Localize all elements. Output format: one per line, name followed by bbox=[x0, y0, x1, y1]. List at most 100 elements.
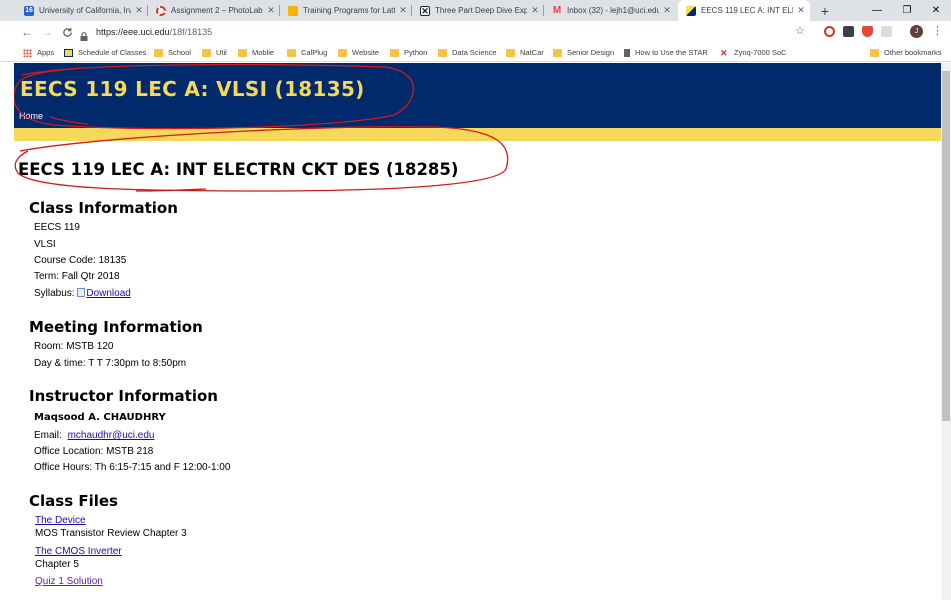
tab-inbox[interactable]: M Inbox (32) - lejh1@uci.edu ✕ bbox=[544, 0, 676, 21]
folder-icon bbox=[202, 48, 211, 57]
document-icon bbox=[77, 288, 86, 297]
reload-icon bbox=[62, 27, 72, 37]
folder-icon bbox=[390, 48, 399, 57]
profile-avatar[interactable]: J bbox=[910, 25, 923, 38]
xilinx-logo-icon: ✕ bbox=[720, 47, 728, 58]
close-tab-icon[interactable]: ✕ bbox=[398, 5, 408, 16]
bookmark-python[interactable]: Python bbox=[390, 46, 427, 59]
tab-title: Three Part Deep Dive Explai bbox=[435, 6, 527, 15]
bookmark-moblie[interactable]: Moblie bbox=[238, 46, 274, 59]
tab-eecs119-active[interactable]: EECS 119 LEC A: INT ELECT ✕ bbox=[678, 0, 810, 21]
x-favicon-icon: ✕ bbox=[420, 5, 430, 16]
instructor-info-heading: Instructor Information bbox=[29, 387, 218, 405]
bookmark-school[interactable]: School bbox=[154, 46, 191, 59]
folder-icon bbox=[154, 48, 163, 57]
folder-icon bbox=[338, 48, 347, 57]
email-label: Email: bbox=[34, 430, 62, 441]
bookmark-star-icon[interactable]: ☆ bbox=[795, 24, 805, 37]
vertical-scrollbar[interactable] bbox=[941, 63, 951, 600]
file-desc-device: MOS Transistor Review Chapter 3 bbox=[35, 528, 187, 539]
bookmark-senior-design[interactable]: Senior Design bbox=[553, 46, 614, 59]
nav-home-link[interactable]: Home bbox=[19, 111, 43, 121]
close-tab-icon[interactable]: ✕ bbox=[662, 5, 672, 16]
file-link-cmos-inverter[interactable]: The CMOS Inverter bbox=[35, 546, 122, 557]
folder-icon bbox=[238, 48, 247, 57]
course-code: Course Code: 18135 bbox=[34, 255, 127, 266]
new-tab-button[interactable]: + bbox=[815, 0, 835, 21]
tab-strip: 16 University of California, Irvi ✕ Assi… bbox=[0, 0, 951, 21]
bookmark-calplug[interactable]: CalPlug bbox=[287, 46, 327, 59]
annotation-underline-course-title bbox=[135, 188, 207, 192]
close-tab-icon[interactable]: ✕ bbox=[530, 5, 540, 16]
address-bar[interactable]: https://eee.uci.edu/18f/18135 bbox=[80, 23, 810, 41]
restore-button[interactable]: ❐ bbox=[892, 0, 922, 21]
bookmark-natcar[interactable]: NatCar bbox=[506, 46, 544, 59]
bookmark-apps[interactable]: Apps bbox=[23, 46, 54, 59]
uci-logo-icon bbox=[64, 48, 73, 57]
bookmark-data-science[interactable]: Data Science bbox=[438, 46, 497, 59]
meeting-info-heading: Meeting Information bbox=[29, 318, 203, 336]
instructor-email-link[interactable]: mchaudhr@uci.edu bbox=[68, 430, 155, 441]
forward-button[interactable]: → bbox=[38, 23, 56, 41]
tab-title: EECS 119 LEC A: INT ELECT bbox=[701, 6, 793, 15]
close-tab-icon[interactable]: ✕ bbox=[266, 5, 276, 16]
folder-icon bbox=[553, 48, 562, 57]
loading-favicon-icon bbox=[156, 5, 166, 16]
reload-button[interactable] bbox=[58, 23, 76, 41]
web-page: EECS 119 LEC A: VLSI (18135) Home EECS 1… bbox=[14, 63, 941, 600]
tab-title: University of California, Irvi bbox=[39, 6, 131, 15]
scrollbar-thumb[interactable] bbox=[942, 71, 950, 421]
shield-extension-icon[interactable] bbox=[862, 26, 873, 37]
close-tab-icon[interactable]: ✕ bbox=[796, 5, 806, 16]
bookmark-star-guide[interactable]: How to Use the STAR bbox=[624, 46, 708, 59]
file-link-device[interactable]: The Device bbox=[35, 515, 86, 526]
extension-icon[interactable] bbox=[843, 26, 854, 37]
class-files-heading: Class Files bbox=[29, 492, 118, 510]
tab-uci[interactable]: 16 University of California, Irvi ✕ bbox=[16, 0, 148, 21]
bookmark-other[interactable]: Other bookmarks bbox=[870, 46, 942, 59]
course-number: EECS 119 bbox=[34, 222, 80, 233]
site-header: EECS 119 LEC A: VLSI (18135) Home bbox=[14, 63, 941, 128]
back-button[interactable]: ← bbox=[18, 23, 36, 41]
uci-favicon-icon: 16 bbox=[24, 5, 34, 16]
opera-extension-icon[interactable] bbox=[824, 26, 835, 37]
syllabus-row: Syllabus: Download bbox=[34, 288, 131, 299]
course-name: VLSI bbox=[34, 239, 56, 250]
syllabus-download-link[interactable]: Download bbox=[86, 288, 130, 299]
bookmark-zynq[interactable]: ✕ Zynq-7000 SoC bbox=[720, 46, 787, 59]
meeting-room: Room: MSTB 120 bbox=[34, 341, 114, 352]
bookmark-schedule[interactable]: Schedule of Classes bbox=[64, 46, 146, 59]
gold-divider bbox=[14, 128, 941, 141]
bookmark-website[interactable]: Website bbox=[338, 46, 379, 59]
folder-icon bbox=[870, 48, 879, 57]
close-window-button[interactable]: ✕ bbox=[921, 0, 951, 21]
url-text: https://eee.uci.edu/18f/18135 bbox=[96, 27, 213, 37]
file-desc-cmos-inverter: Chapter 5 bbox=[35, 559, 79, 570]
extension-icon[interactable] bbox=[881, 26, 892, 37]
bookmark-util[interactable]: Util bbox=[202, 46, 227, 59]
instructor-name: Maqsood A. CHAUDHRY bbox=[34, 412, 166, 423]
instructor-hours: Office Hours: Th 6:15-7:15 and F 12:00-1… bbox=[34, 462, 231, 473]
folder-icon bbox=[438, 48, 447, 57]
course-title: EECS 119 LEC A: INT ELECTRN CKT DES (182… bbox=[18, 160, 459, 179]
course-term: Term: Fall Qtr 2018 bbox=[34, 271, 120, 282]
page-icon bbox=[624, 48, 630, 57]
lock-icon bbox=[80, 28, 88, 41]
bookmarks-bar: Apps Schedule of Classes School Util Mob… bbox=[0, 43, 951, 62]
apps-grid-icon bbox=[23, 48, 32, 57]
instructor-office: Office Location: MSTB 218 bbox=[34, 446, 154, 457]
close-tab-icon[interactable]: ✕ bbox=[134, 5, 144, 16]
tab-title: Training Programs for Latt bbox=[303, 6, 395, 15]
file-link-quiz1-solution[interactable]: Quiz 1 Solution bbox=[35, 576, 103, 587]
tab-photolab[interactable]: Assignment 2 – PhotoLab w ✕ bbox=[148, 0, 280, 21]
browser-toolbar: ← → https://eee.uci.edu/18f/18135 ☆ J ⋮ bbox=[0, 21, 951, 43]
minimize-button[interactable]: — bbox=[862, 0, 892, 21]
tab-training[interactable]: Training Programs for Latt ✕ bbox=[280, 0, 412, 21]
instructor-email-row: Email: mchaudhr@uci.edu bbox=[34, 430, 154, 441]
tab-deep-dive[interactable]: ✕ Three Part Deep Dive Explai ✕ bbox=[412, 0, 544, 21]
site-title: EECS 119 LEC A: VLSI (18135) bbox=[20, 77, 365, 101]
tab-title: Assignment 2 – PhotoLab w bbox=[171, 6, 263, 15]
meeting-time: Day & time: T T 7:30pm to 8:50pm bbox=[34, 358, 187, 369]
chrome-menu-icon[interactable]: ⋮ bbox=[932, 24, 943, 37]
folder-icon bbox=[506, 48, 515, 57]
